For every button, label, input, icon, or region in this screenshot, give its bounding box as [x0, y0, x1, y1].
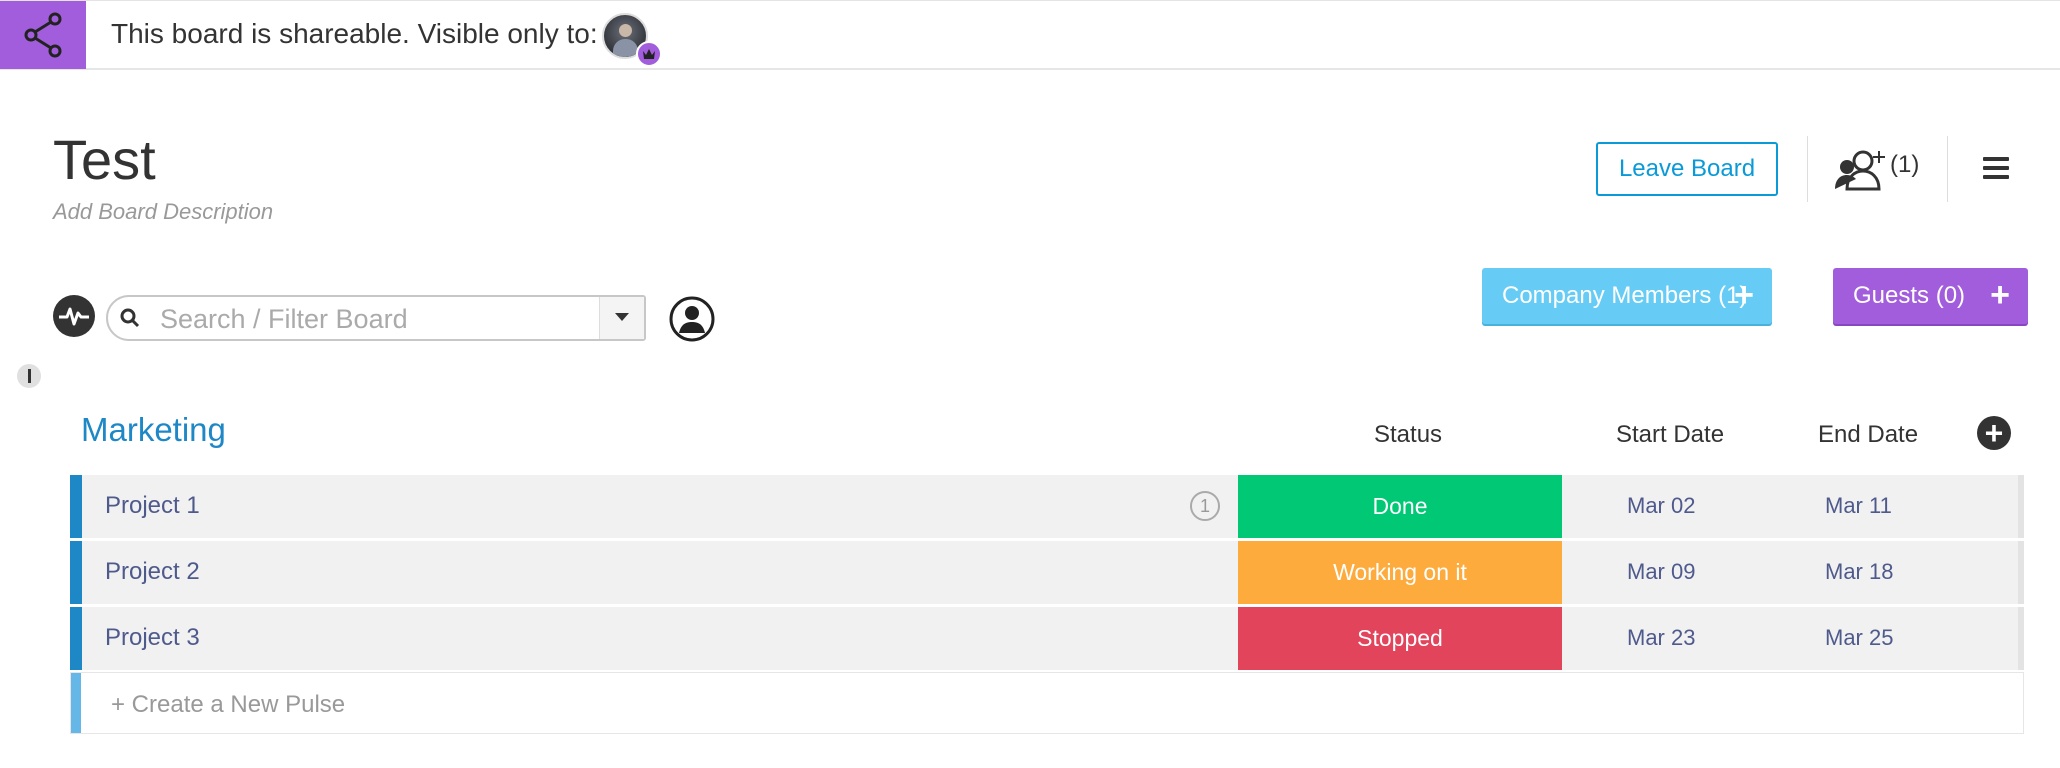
banner-text: This board is shareable. Visible only to…	[111, 18, 598, 49]
group-color-strip	[70, 607, 82, 670]
plus-icon: +	[1734, 276, 1754, 314]
board-title[interactable]: Test	[53, 128, 156, 192]
create-new-pulse-row[interactable]: + Create a New Pulse	[70, 672, 2024, 734]
activity-icon[interactable]	[53, 295, 95, 337]
group-color-strip	[70, 541, 82, 604]
hamburger-icon[interactable]	[1983, 157, 2009, 179]
table-row[interactable]: Project 3 Stopped Mar 23 Mar 25	[70, 607, 2024, 670]
pulse-name[interactable]: Project 3	[105, 624, 200, 652]
divider	[1807, 136, 1808, 202]
add-column-icon[interactable]: +	[1977, 416, 2011, 450]
column-header-end-date[interactable]: End Date	[1818, 421, 1918, 449]
column-header-status[interactable]: Status	[1374, 421, 1442, 449]
board-description[interactable]: Add Board Description	[53, 199, 273, 225]
pulse-name[interactable]: Project 2	[105, 558, 200, 586]
start-date-cell[interactable]: Mar 09	[1627, 559, 1695, 585]
leave-board-button[interactable]: Leave Board	[1596, 142, 1778, 196]
status-cell[interactable]: Stopped	[1238, 607, 1562, 670]
share-icon[interactable]	[0, 1, 86, 69]
table-row[interactable]: Project 1 1 Done Mar 02 Mar 11	[70, 475, 2024, 538]
start-date-cell[interactable]: Mar 02	[1627, 493, 1695, 519]
chevron-down-icon	[614, 309, 630, 327]
column-header-start-date[interactable]: Start Date	[1616, 421, 1724, 449]
group-title[interactable]: Marketing	[81, 411, 226, 449]
plus-icon: +	[1990, 276, 2010, 314]
board-members-count[interactable]: (1)	[1890, 151, 1919, 179]
divider	[1947, 136, 1948, 202]
board-members-icon[interactable]	[1833, 147, 1889, 196]
end-date-cell[interactable]: Mar 11	[1825, 493, 1892, 519]
crown-icon	[636, 41, 662, 67]
end-date-cell[interactable]: Mar 25	[1825, 625, 1893, 651]
search-filter-box	[106, 295, 646, 341]
group-color-strip	[70, 475, 82, 538]
pulse-name[interactable]: Project 1	[105, 492, 200, 520]
search-icon	[118, 306, 142, 335]
guests-label: Guests (0)	[1853, 282, 1966, 309]
guests-button[interactable]: Guests (0) +	[1833, 268, 2028, 324]
status-cell[interactable]: Done	[1238, 475, 1562, 538]
search-input[interactable]	[158, 301, 582, 337]
table-row[interactable]: Project 2 Working on it Mar 09 Mar 18	[70, 541, 2024, 604]
group-color-strip	[71, 673, 81, 733]
status-cell[interactable]: Working on it	[1238, 541, 1562, 604]
collapse-groups-toggle[interactable]	[17, 364, 41, 388]
start-date-cell[interactable]: Mar 23	[1627, 625, 1695, 651]
updates-counter[interactable]: 1	[1190, 491, 1220, 521]
shareable-banner: This board is shareable. Visible only to…	[0, 0, 2060, 70]
end-date-cell[interactable]: Mar 18	[1825, 559, 1893, 585]
person-filter-icon[interactable]	[668, 295, 716, 348]
company-members-button[interactable]: Company Members (1) +	[1482, 268, 1772, 324]
company-members-label: Company Members (1)	[1502, 282, 1748, 309]
filter-dropdown-button[interactable]	[599, 297, 644, 339]
create-new-pulse-input[interactable]: + Create a New Pulse	[111, 691, 345, 719]
